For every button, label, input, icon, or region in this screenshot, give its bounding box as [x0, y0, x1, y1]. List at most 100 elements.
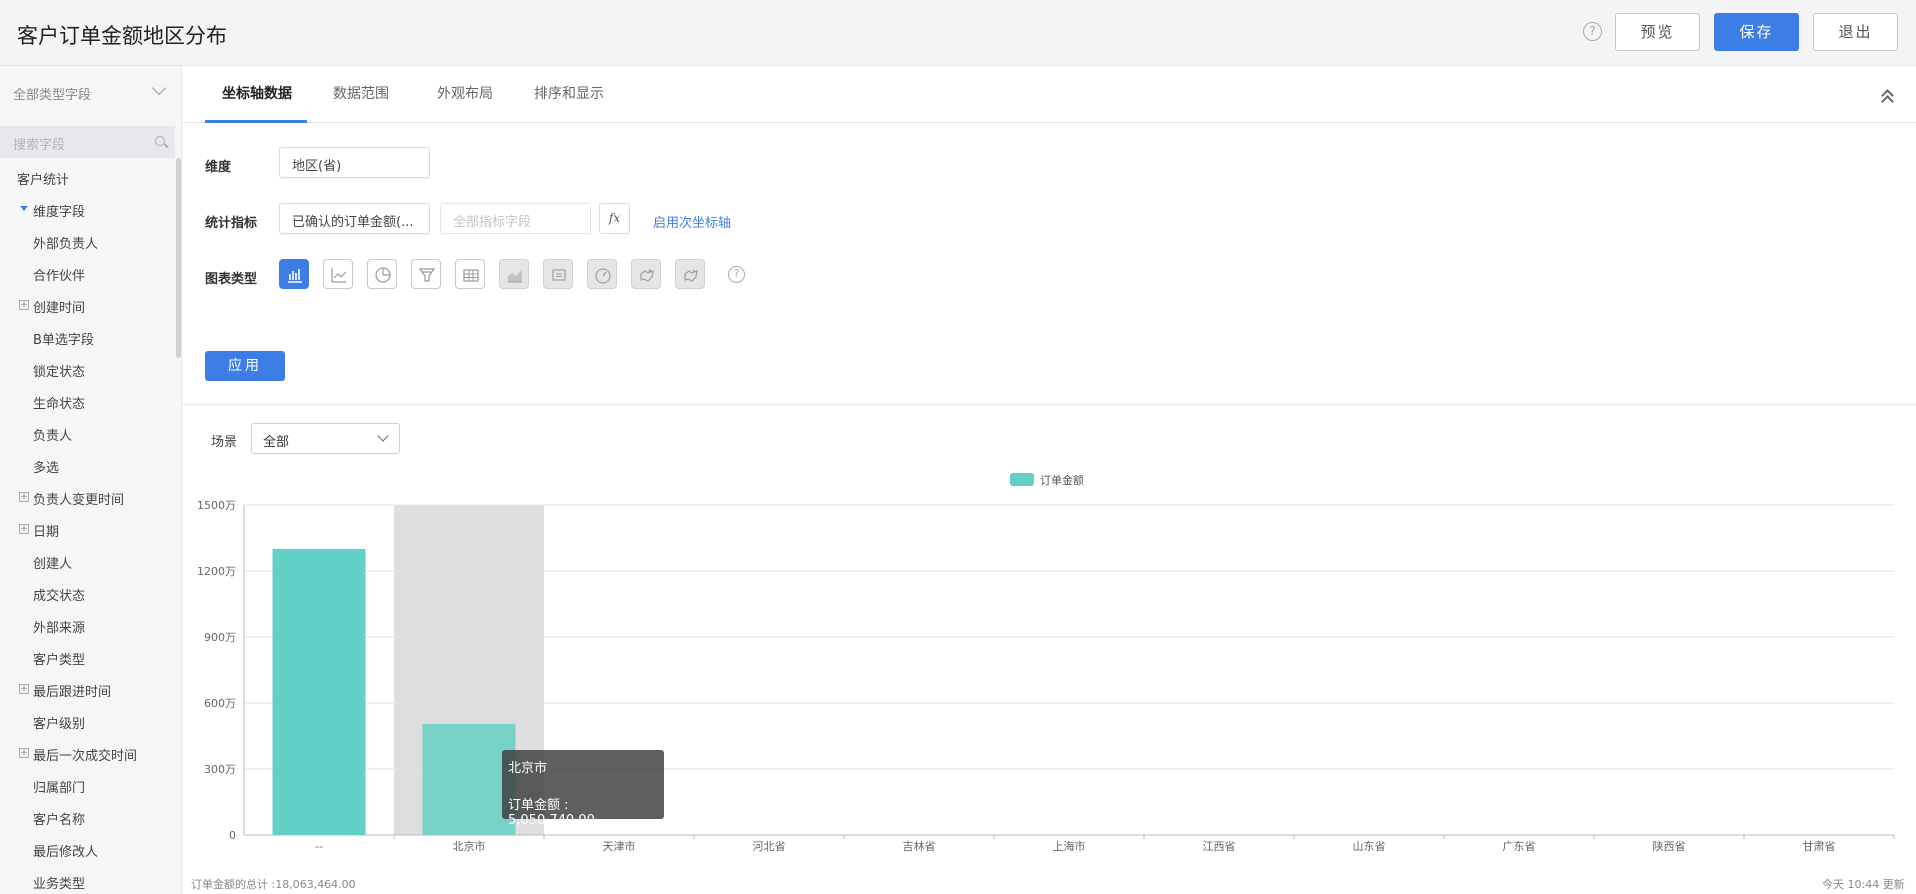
expand-plus-icon[interactable]: + — [19, 492, 29, 502]
sidebar-field-item[interactable]: + 最后跟进时间 — [19, 681, 112, 700]
field-search-placeholder: 搜索字段 — [13, 138, 66, 153]
sidebar-field-item[interactable]: 生命状态 — [33, 393, 85, 412]
dimension-field[interactable]: 地区(省) — [279, 147, 430, 178]
last-updated: 今天 10:44 更新 — [1822, 878, 1905, 891]
bar-chart-icon[interactable] — [279, 259, 309, 289]
sidebar-field-item[interactable]: 外部来源 — [33, 617, 85, 636]
legend-swatch — [1010, 473, 1034, 486]
expand-plus-icon[interactable]: + — [19, 524, 29, 534]
sidebar-field-item[interactable]: 业务类型 — [33, 873, 85, 892]
exit-button[interactable]: 退出 — [1813, 13, 1898, 51]
tab-data-range[interactable]: 数据范围 — [333, 83, 389, 103]
tooltip-value: 订单金额 : 5,050,740.00 — [508, 798, 595, 828]
map-chart-icon[interactable] — [631, 259, 661, 289]
tooltip-title: 北京市 — [508, 761, 548, 776]
top-bar: 客户订单金额地区分布 ? 预览 保存 退出 — [0, 0, 1916, 66]
metric-add-field[interactable]: 全部指标字段 — [440, 203, 591, 234]
expand-plus-icon[interactable]: + — [19, 748, 29, 758]
tab-sort-display[interactable]: 排序和显示 — [534, 83, 604, 103]
sidebar-field-item[interactable]: 外部负责人 — [33, 233, 98, 252]
x-tick-label: 河北省 — [753, 840, 786, 853]
page-title: 客户订单金额地区分布 — [17, 24, 227, 48]
x-tick-label: 天津市 — [603, 839, 636, 853]
sidebar-field-item[interactable]: + 创建时间 — [19, 297, 86, 316]
gauge-chart-icon[interactable] — [587, 259, 617, 289]
preview-button[interactable]: 预览 — [1615, 13, 1700, 51]
sidebar-scrollbar[interactable] — [176, 158, 181, 358]
formula-button[interactable]: fx — [599, 203, 630, 234]
sidebar-field-item[interactable]: B单选字段 — [33, 329, 94, 348]
tab-axis-data[interactable]: 坐标轴数据 — [222, 83, 292, 103]
sidebar-field-item[interactable]: 成交状态 — [33, 585, 85, 604]
chart-tooltip: 北京市 订单金额 : 5,050,740.00 — [502, 750, 664, 828]
sidebar-field-item[interactable]: 客户级别 — [33, 713, 85, 732]
sidebar-field-item[interactable]: 归属部门 — [33, 777, 85, 796]
metric-label: 统计指标 — [205, 216, 258, 231]
tree-root-label[interactable]: 客户统计 — [17, 169, 69, 188]
sidebar-field-label: 归属部门 — [33, 781, 86, 796]
tree-group-dimension[interactable]: 维度字段 — [20, 201, 86, 220]
save-button[interactable]: 保存 — [1714, 13, 1799, 51]
sidebar-field-label: 生命状态 — [33, 397, 86, 412]
config-panel: 维度 地区(省) 统计指标 已确认的订单金额(... 全部指标字段 fx 启用次… — [182, 123, 1916, 405]
sidebar-field-item[interactable]: 负责人 — [33, 425, 72, 444]
area-chart-icon[interactable] — [499, 259, 529, 289]
bar-chart: 0300万600万900万1200万1500万-- 北京市 天津市 河北省 吉林省 上海市… — [197, 473, 1895, 853]
x-tick-label: 江西省 — [1203, 840, 1236, 853]
help-icon[interactable]: ? — [1583, 22, 1602, 41]
sidebar-field-label: 锁定状态 — [33, 365, 86, 380]
enable-secondary-axis-link[interactable]: 启用次坐标轴 — [653, 212, 731, 231]
field-sidebar: 全部类型字段 搜索字段 客户统计 维度字段 外部负责人合作伙伴 + 创建时间 B单选字… — [0, 66, 182, 894]
scene-select[interactable]: 全部 — [251, 423, 400, 454]
sidebar-field-item[interactable]: 最后修改人 — [33, 841, 98, 860]
sidebar-field-label: 负责人变更时间 — [33, 493, 125, 508]
y-tick-label: 0 — [229, 829, 236, 842]
sidebar-field-item[interactable]: 合作伙伴 — [33, 265, 85, 284]
x-tick-label: 上海市 — [1053, 839, 1086, 853]
x-tick-label: 山东省 — [1353, 840, 1386, 853]
funnel-chart-icon[interactable] — [411, 259, 441, 289]
expand-plus-icon[interactable]: + — [19, 684, 29, 694]
sidebar-field-label: 负责人 — [33, 429, 73, 444]
legend-label: 订单金额 — [1040, 473, 1084, 487]
expand-plus-icon[interactable]: + — [19, 300, 29, 310]
sidebar-field-item[interactable]: + 负责人变更时间 — [19, 489, 125, 508]
sidebar-field-item[interactable]: + 日期 — [19, 521, 59, 540]
chart-type-help-icon[interactable]: ? — [728, 266, 745, 283]
metric-field[interactable]: 已确认的订单金额(... — [279, 203, 430, 234]
sidebar-field-item[interactable]: 客户类型 — [33, 649, 85, 668]
line-chart-icon[interactable] — [323, 259, 353, 289]
sidebar-field-label: 最后跟进时间 — [33, 685, 112, 700]
sidebar-field-label: 客户级别 — [33, 717, 86, 732]
double-chevron-up-icon[interactable] — [1880, 86, 1896, 108]
pie-chart-icon[interactable] — [367, 259, 397, 289]
sidebar-field-item[interactable]: 多选 — [33, 457, 59, 476]
sidebar-field-item[interactable]: 客户名称 — [33, 809, 85, 828]
search-icon[interactable] — [155, 136, 165, 146]
card-chart-icon[interactable] — [543, 259, 573, 289]
tree-group-label: 维度字段 — [33, 205, 86, 220]
y-tick-label: 600万 — [204, 697, 236, 710]
chevron-down-icon — [151, 80, 167, 96]
bar — [272, 549, 366, 835]
sidebar-field-label: 多选 — [33, 461, 60, 476]
map-chart-alt-icon[interactable] — [675, 259, 705, 289]
sidebar-field-item[interactable]: 创建人 — [33, 553, 72, 572]
sidebar-field-item[interactable]: 锁定状态 — [33, 361, 85, 380]
sidebar-field-item[interactable]: + 最后一次成交时间 — [19, 745, 137, 764]
table-chart-icon[interactable] — [455, 259, 485, 289]
scene-select-value: 全部 — [263, 435, 290, 450]
config-tabs: 坐标轴数据 数据范围 外观布局 排序和显示 — [182, 66, 1916, 123]
caret-down-icon[interactable] — [20, 206, 28, 211]
sidebar-field-label: 成交状态 — [33, 589, 86, 604]
sidebar-field-label: 创建时间 — [33, 301, 86, 316]
sidebar-field-label: 合作伙伴 — [33, 269, 86, 284]
y-tick-label: 1500万 — [197, 499, 236, 512]
field-search-input[interactable]: 搜索字段 — [0, 126, 175, 158]
dimension-label: 维度 — [205, 160, 232, 175]
tab-appearance[interactable]: 外观布局 — [437, 83, 493, 103]
sidebar-field-label: 业务类型 — [33, 877, 86, 892]
field-type-select[interactable]: 全部类型字段 — [0, 66, 180, 120]
sidebar-field-label: 外部来源 — [33, 621, 86, 636]
apply-button[interactable]: 应用 — [205, 351, 285, 381]
